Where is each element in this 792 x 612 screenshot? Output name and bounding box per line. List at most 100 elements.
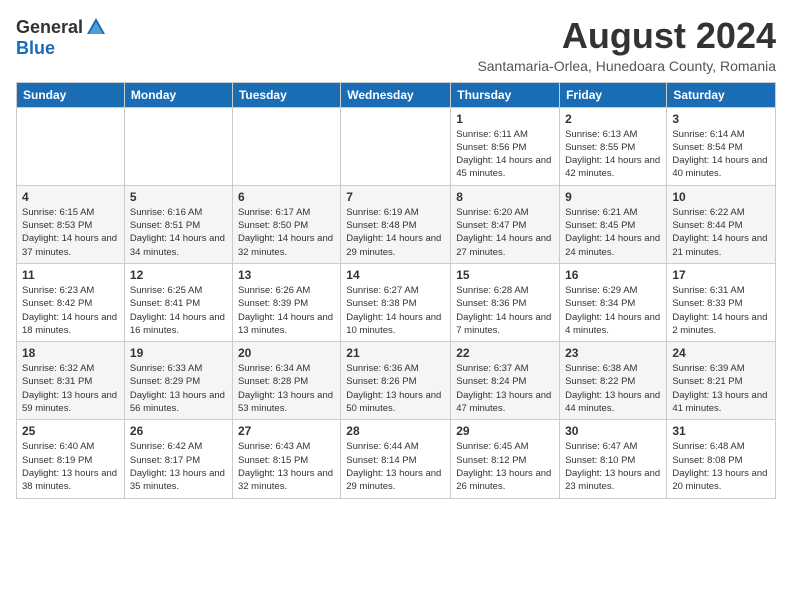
logo-blue-text: Blue: [16, 38, 55, 59]
calendar-cell: 4Sunrise: 6:15 AMSunset: 8:53 PMDaylight…: [17, 185, 125, 263]
day-number: 5: [130, 190, 227, 204]
calendar-cell: 3 Sunrise: 6:14 AMSunset: 8:54 PMDaylight…: [667, 107, 776, 185]
calendar-cell: 21 Sunrise: 6:36 AMSunset: 8:26 PMDayligh…: [341, 342, 451, 420]
day-info: Sunrise: 6:22 AMSunset: 8:44 PMDaylight:…: [672, 206, 770, 259]
day-number: 23: [565, 346, 661, 360]
day-number: 30: [565, 424, 661, 438]
calendar-cell: [124, 107, 232, 185]
day-number: 1: [456, 112, 554, 126]
day-info: Sunrise: 6:20 AMSunset: 8:47 PMDaylight:…: [456, 206, 554, 259]
day-info: Sunrise: 6:47 AMSunset: 8:10 PMDaylight:…: [565, 440, 661, 493]
day-info: Sunrise: 6:11 AMSunset: 8:56 PMDaylight:…: [456, 128, 554, 181]
day-number: 8: [456, 190, 554, 204]
day-info: Sunrise: 6:36 AMSunset: 8:26 PMDaylight:…: [346, 362, 445, 415]
day-number: 12: [130, 268, 227, 282]
day-info: Sunrise: 6:37 AMSunset: 8:24 PMDaylight:…: [456, 362, 554, 415]
calendar-cell: 27 Sunrise: 6:43 AMSunset: 8:15 PMDayligh…: [232, 420, 340, 498]
day-number: 28: [346, 424, 445, 438]
calendar-cell: [17, 107, 125, 185]
calendar-cell: 18Sunrise: 6:32 AMSunset: 8:31 PMDayligh…: [17, 342, 125, 420]
day-info: Sunrise: 6:33 AMSunset: 8:29 PMDaylight:…: [130, 362, 227, 415]
calendar-cell: 8 Sunrise: 6:20 AMSunset: 8:47 PMDaylight…: [451, 185, 560, 263]
logo: General Blue: [16, 16, 107, 59]
calendar-week-3: 11 Sunrise: 6:23 AMSunset: 8:42 PMDayligh…: [17, 263, 776, 341]
logo-icon: [85, 16, 107, 38]
day-number: 26: [130, 424, 227, 438]
calendar-cell: 28 Sunrise: 6:44 AMSunset: 8:14 PMDayligh…: [341, 420, 451, 498]
calendar-cell: 24 Sunrise: 6:39 AMSunset: 8:21 PMDayligh…: [667, 342, 776, 420]
calendar-week-5: 25Sunrise: 6:40 AMSunset: 8:19 PMDayligh…: [17, 420, 776, 498]
day-info: Sunrise: 6:45 AMSunset: 8:12 PMDaylight:…: [456, 440, 554, 493]
day-info: Sunrise: 6:44 AMSunset: 8:14 PMDaylight:…: [346, 440, 445, 493]
header-tuesday: Tuesday: [232, 82, 340, 107]
calendar-cell: 13Sunrise: 6:26 AMSunset: 8:39 PMDayligh…: [232, 263, 340, 341]
calendar-week-1: 1 Sunrise: 6:11 AMSunset: 8:56 PMDaylight…: [17, 107, 776, 185]
calendar-cell: 20 Sunrise: 6:34 AMSunset: 8:28 PMDayligh…: [232, 342, 340, 420]
day-number: 3: [672, 112, 770, 126]
day-number: 15: [456, 268, 554, 282]
day-number: 29: [456, 424, 554, 438]
day-info: Sunrise: 6:14 AMSunset: 8:54 PMDaylight:…: [672, 128, 770, 181]
day-info: Sunrise: 6:17 AMSunset: 8:50 PMDaylight:…: [238, 206, 335, 259]
day-info: Sunrise: 6:16 AMSunset: 8:51 PMDaylight:…: [130, 206, 227, 259]
title-area: August 2024 Santamaria-Orlea, Hunedoara …: [477, 16, 776, 74]
day-info: Sunrise: 6:13 AMSunset: 8:55 PMDaylight:…: [565, 128, 661, 181]
day-info: Sunrise: 6:26 AMSunset: 8:39 PMDaylight:…: [238, 284, 335, 337]
calendar-cell: [232, 107, 340, 185]
day-number: 7: [346, 190, 445, 204]
calendar-cell: 11 Sunrise: 6:23 AMSunset: 8:42 PMDayligh…: [17, 263, 125, 341]
day-number: 27: [238, 424, 335, 438]
calendar-cell: 17 Sunrise: 6:31 AMSunset: 8:33 PMDayligh…: [667, 263, 776, 341]
location-subtitle: Santamaria-Orlea, Hunedoara County, Roma…: [477, 58, 776, 74]
day-number: 17: [672, 268, 770, 282]
calendar-cell: 6 Sunrise: 6:17 AMSunset: 8:50 PMDaylight…: [232, 185, 340, 263]
day-number: 19: [130, 346, 227, 360]
day-info: Sunrise: 6:19 AMSunset: 8:48 PMDaylight:…: [346, 206, 445, 259]
logo-general-text: General: [16, 17, 83, 38]
header-monday: Monday: [124, 82, 232, 107]
calendar-week-2: 4Sunrise: 6:15 AMSunset: 8:53 PMDaylight…: [17, 185, 776, 263]
day-number: 10: [672, 190, 770, 204]
day-number: 9: [565, 190, 661, 204]
day-info: Sunrise: 6:38 AMSunset: 8:22 PMDaylight:…: [565, 362, 661, 415]
day-number: 24: [672, 346, 770, 360]
calendar-cell: 26 Sunrise: 6:42 AMSunset: 8:17 PMDayligh…: [124, 420, 232, 498]
calendar-cell: 30 Sunrise: 6:47 AMSunset: 8:10 PMDayligh…: [560, 420, 667, 498]
day-info: Sunrise: 6:23 AMSunset: 8:42 PMDaylight:…: [22, 284, 119, 337]
header-sunday: Sunday: [17, 82, 125, 107]
day-info: Sunrise: 6:29 AMSunset: 8:34 PMDaylight:…: [565, 284, 661, 337]
calendar-cell: 29 Sunrise: 6:45 AMSunset: 8:12 PMDayligh…: [451, 420, 560, 498]
day-number: 20: [238, 346, 335, 360]
calendar-cell: 9Sunrise: 6:21 AMSunset: 8:45 PMDaylight…: [560, 185, 667, 263]
day-info: Sunrise: 6:43 AMSunset: 8:15 PMDaylight:…: [238, 440, 335, 493]
calendar-cell: 19 Sunrise: 6:33 AMSunset: 8:29 PMDayligh…: [124, 342, 232, 420]
calendar-cell: 31 Sunrise: 6:48 AMSunset: 8:08 PMDayligh…: [667, 420, 776, 498]
day-info: Sunrise: 6:39 AMSunset: 8:21 PMDaylight:…: [672, 362, 770, 415]
day-info: Sunrise: 6:48 AMSunset: 8:08 PMDaylight:…: [672, 440, 770, 493]
calendar-cell: 12Sunrise: 6:25 AMSunset: 8:41 PMDayligh…: [124, 263, 232, 341]
day-info: Sunrise: 6:27 AMSunset: 8:38 PMDaylight:…: [346, 284, 445, 337]
day-number: 11: [22, 268, 119, 282]
header-thursday: Thursday: [451, 82, 560, 107]
header-friday: Friday: [560, 82, 667, 107]
day-number: 16: [565, 268, 661, 282]
header-wednesday: Wednesday: [341, 82, 451, 107]
day-number: 14: [346, 268, 445, 282]
header-saturday: Saturday: [667, 82, 776, 107]
calendar-cell: 5 Sunrise: 6:16 AMSunset: 8:51 PMDaylight…: [124, 185, 232, 263]
header: General Blue August 2024 Santamaria-Orle…: [16, 16, 776, 74]
day-number: 31: [672, 424, 770, 438]
day-info: Sunrise: 6:15 AMSunset: 8:53 PMDaylight:…: [22, 206, 119, 259]
calendar-cell: 14 Sunrise: 6:27 AMSunset: 8:38 PMDayligh…: [341, 263, 451, 341]
day-number: 21: [346, 346, 445, 360]
calendar-cell: 25Sunrise: 6:40 AMSunset: 8:19 PMDayligh…: [17, 420, 125, 498]
day-number: 6: [238, 190, 335, 204]
day-info: Sunrise: 6:34 AMSunset: 8:28 PMDaylight:…: [238, 362, 335, 415]
calendar-cell: 15Sunrise: 6:28 AMSunset: 8:36 PMDayligh…: [451, 263, 560, 341]
day-info: Sunrise: 6:42 AMSunset: 8:17 PMDaylight:…: [130, 440, 227, 493]
day-number: 22: [456, 346, 554, 360]
calendar-week-4: 18Sunrise: 6:32 AMSunset: 8:31 PMDayligh…: [17, 342, 776, 420]
calendar-cell: 2Sunrise: 6:13 AMSunset: 8:55 PMDaylight…: [560, 107, 667, 185]
calendar-cell: 22 Sunrise: 6:37 AMSunset: 8:24 PMDayligh…: [451, 342, 560, 420]
day-info: Sunrise: 6:31 AMSunset: 8:33 PMDaylight:…: [672, 284, 770, 337]
